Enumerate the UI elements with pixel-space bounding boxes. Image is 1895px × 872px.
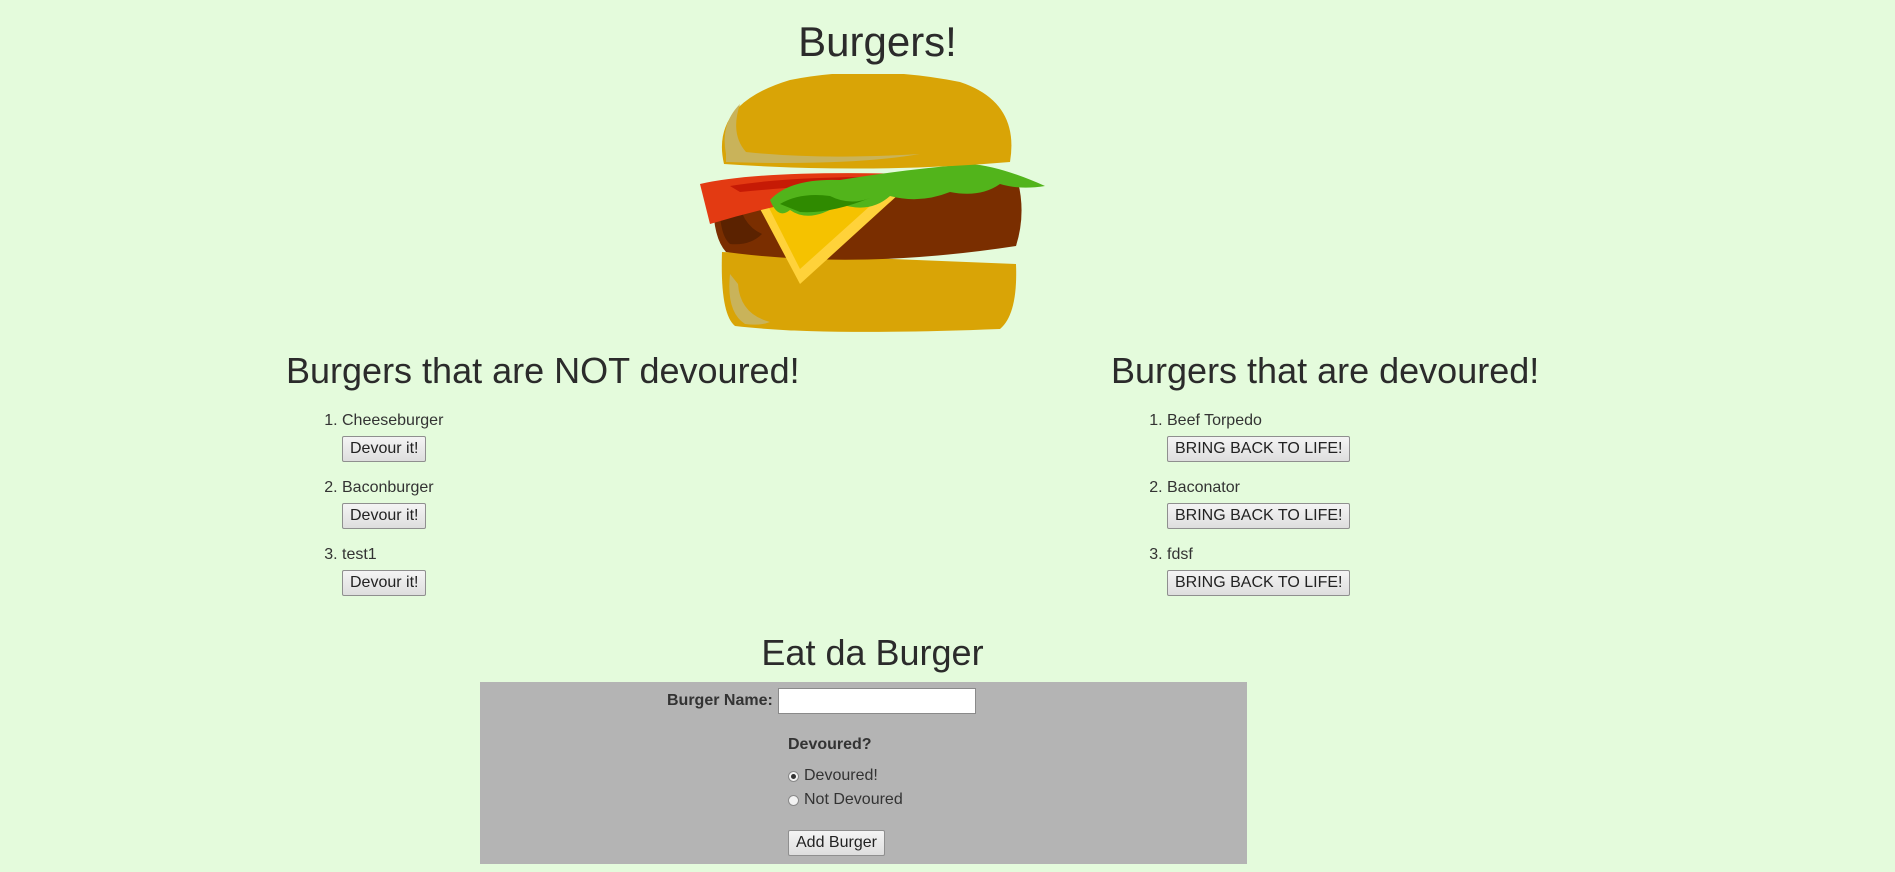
radio-option-not-devoured[interactable]: Not Devoured [788,788,903,812]
devoured-section: Burgers that are devoured! Beef Torpedo … [1111,350,1539,613]
devoured-options: Devoured? Devoured! Not Devoured Add Bur… [788,736,903,856]
burger-name: Baconburger [342,479,434,496]
list-item: Beef Torpedo BRING BACK TO LIFE! [1167,412,1539,462]
list-item: Baconator BRING BACK TO LIFE! [1167,479,1539,529]
bring-back-button[interactable]: BRING BACK TO LIFE! [1167,503,1351,529]
burger-name: Beef Torpedo [1167,412,1262,429]
devoured-heading: Burgers that are devoured! [1111,350,1540,391]
devoured-question: Devoured? [788,736,872,753]
burger-name: Cheeseburger [342,412,444,429]
burger-image [700,74,1045,332]
radio-option-devoured[interactable]: Devoured! [788,764,903,788]
list-item: fdsf BRING BACK TO LIFE! [1167,546,1539,596]
not-devoured-heading: Burgers that are NOT devoured! [286,350,800,391]
not-devoured-section: Burgers that are NOT devoured! Cheesebur… [286,350,800,613]
devour-button[interactable]: Devour it! [342,436,427,462]
add-burger-button[interactable]: Add Burger [788,830,885,856]
devour-button[interactable]: Devour it! [342,503,427,529]
radio-button[interactable] [788,794,799,806]
form-heading: Eat da Burger [761,632,984,673]
add-burger-form: Burger Name: Devoured? Devoured! Not Dev… [480,682,1247,864]
burger-name-row: Burger Name: [667,688,976,714]
bring-back-button[interactable]: BRING BACK TO LIFE! [1167,570,1351,596]
list-item: Baconburger Devour it! [342,479,800,529]
list-item: test1 Devour it! [342,546,800,596]
devoured-list: Beef Torpedo BRING BACK TO LIFE! Baconat… [1111,412,1539,596]
radio-label: Devoured! [804,767,878,784]
burger-name-input[interactable] [777,688,976,714]
burger-name: Baconator [1167,479,1240,496]
devour-button[interactable]: Devour it! [342,570,427,596]
not-devoured-list: Cheeseburger Devour it! Baconburger Devo… [286,412,800,596]
page-title: Burgers! [798,18,957,65]
burger-name-label: Burger Name: [667,692,773,709]
radio-label: Not Devoured [804,791,903,808]
bring-back-button[interactable]: BRING BACK TO LIFE! [1167,436,1351,462]
burger-name: test1 [342,546,377,563]
burger-name: fdsf [1167,546,1193,563]
radio-button-checked[interactable] [788,770,799,782]
list-item: Cheeseburger Devour it! [342,412,800,462]
